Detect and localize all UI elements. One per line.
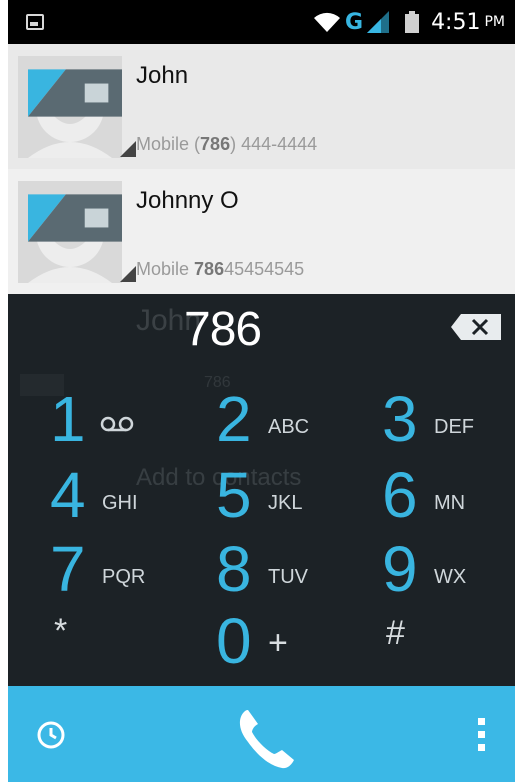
dial-key-digit: 9 xyxy=(382,533,418,605)
contact-phone-detail: Mobile 78645454545 xyxy=(136,259,304,280)
dial-key-digit: 0 xyxy=(216,605,252,677)
dial-key-digit: 1 xyxy=(50,383,86,455)
contact-phone-detail: Mobile (786) 444-4444 xyxy=(136,134,317,155)
phone-number-rest: 45454545 xyxy=(224,259,305,279)
call-history-icon[interactable] xyxy=(36,720,66,750)
status-clock-ampm: PM xyxy=(484,14,505,30)
dial-key-digit: * xyxy=(54,612,68,650)
dial-key-3[interactable]: 3 DEF xyxy=(382,384,515,454)
battery-icon xyxy=(405,11,420,33)
dial-key-digit: 2 xyxy=(216,383,252,455)
dial-key-letters: GHI xyxy=(102,492,138,514)
dial-key-letters: MN xyxy=(434,492,466,514)
contact-name: Johnny O xyxy=(136,187,239,214)
contact-card-icon xyxy=(28,194,122,242)
voicemail-icon xyxy=(100,416,134,432)
dial-key-letters: DEF xyxy=(434,416,474,438)
dial-key-0[interactable]: 0 + xyxy=(216,606,376,676)
dial-key-letters: WX xyxy=(434,566,467,588)
quick-contact-corner-icon xyxy=(120,141,136,157)
contact-row-johnny-o[interactable]: Johnny O Mobile 78645454545 xyxy=(8,169,515,294)
status-clock: 4:51 xyxy=(431,9,481,35)
wifi-icon xyxy=(314,12,340,32)
contact-row-john[interactable]: John Mobile (786) 444-4444 xyxy=(8,44,515,169)
dial-key-pound[interactable]: # xyxy=(382,606,515,676)
dial-key-2[interactable]: 2 ABC xyxy=(216,384,376,454)
dial-key-letters: TUV xyxy=(268,566,308,588)
dial-key-letters: + xyxy=(268,624,288,662)
dial-key-letters: PQR xyxy=(102,566,146,588)
dial-key-6[interactable]: 6 MN xyxy=(382,460,515,530)
contact-avatar[interactable] xyxy=(18,56,122,158)
dial-key-digit: 3 xyxy=(382,383,418,455)
status-bar: G 4:51 PM xyxy=(8,0,515,44)
dial-key-star[interactable]: * xyxy=(50,606,210,676)
phone-number-rest: ) 444-4444 xyxy=(230,134,318,154)
dial-key-1[interactable]: 1 xyxy=(50,384,210,454)
contact-card-icon xyxy=(28,69,122,117)
dial-key-5[interactable]: 5 JKL xyxy=(216,460,376,530)
dialed-number-display[interactable]: 786 xyxy=(184,302,262,357)
dialpad: John 786 Add to contacts 786 1 2 ABC 3 D… xyxy=(8,294,515,686)
dial-key-digit: # xyxy=(386,614,405,652)
dial-key-8[interactable]: 8 TUV xyxy=(216,534,376,604)
contact-avatar[interactable] xyxy=(18,181,122,283)
dial-key-digit: 6 xyxy=(382,459,418,531)
phone-type-label: Mobile xyxy=(136,259,190,279)
dial-key-digit: 5 xyxy=(216,459,252,531)
backspace-icon[interactable] xyxy=(451,314,501,340)
dial-key-digit: 8 xyxy=(216,533,252,605)
call-icon[interactable] xyxy=(230,704,300,774)
dial-key-7[interactable]: 7 PQR xyxy=(50,534,210,604)
dial-key-9[interactable]: 9 WX xyxy=(382,534,515,604)
phone-number-match: 786 xyxy=(200,134,231,154)
quick-contact-corner-icon xyxy=(120,266,136,282)
network-type-label: G xyxy=(345,9,364,35)
phone-type-label: Mobile xyxy=(136,134,190,154)
dial-key-digit: 7 xyxy=(50,533,86,605)
dial-key-letters: ABC xyxy=(268,416,310,438)
dial-key-4[interactable]: 4 GHI xyxy=(50,460,210,530)
signal-strength-icon xyxy=(367,11,390,33)
phone-number-match: 786 xyxy=(194,259,225,279)
gallery-notification-icon xyxy=(26,14,44,30)
overflow-menu-icon[interactable] xyxy=(474,718,488,754)
contact-suggestion-list: John Mobile (786) 444-4444 Johnny O Mobi… xyxy=(8,44,515,294)
contact-name: John xyxy=(136,62,189,89)
dial-key-digit: 4 xyxy=(50,459,86,531)
dialer-action-bar xyxy=(8,686,515,782)
status-indicators: G 4:51 PM xyxy=(313,0,515,44)
dial-key-letters: JKL xyxy=(268,492,303,514)
